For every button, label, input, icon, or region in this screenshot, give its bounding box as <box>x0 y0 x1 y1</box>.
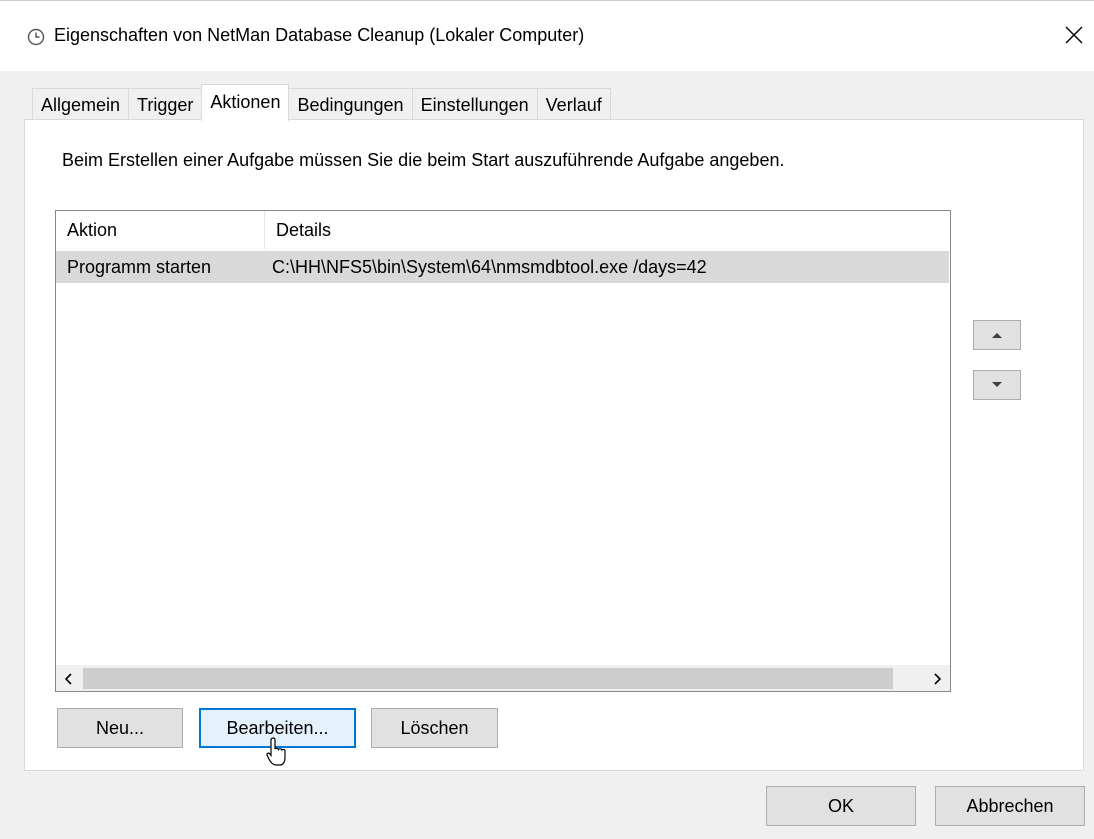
chevron-left-icon <box>64 673 72 685</box>
tab-strip: Allgemein Trigger Aktionen Bedingungen E… <box>32 84 611 121</box>
instruction-text: Beim Erstellen einer Aufgabe müssen Sie … <box>62 150 785 170</box>
list-header: Aktion Details <box>56 211 950 250</box>
tab-aktionen[interactable]: Aktionen <box>201 84 290 121</box>
tab-einstellungen[interactable]: Einstellungen <box>411 88 538 121</box>
properties-dialog: Eigenschaften von NetMan Database Cleanu… <box>0 0 1094 839</box>
triangle-down-icon <box>992 382 1002 387</box>
title-bar: Eigenschaften von NetMan Database Cleanu… <box>0 1 1094 71</box>
tab-allgemein[interactable]: Allgemein <box>32 88 130 121</box>
mouse-cursor-icon <box>266 737 286 766</box>
column-header-aktion[interactable]: Aktion <box>56 211 265 249</box>
scroll-right-button[interactable] <box>924 666 950 692</box>
triangle-up-icon <box>992 333 1002 338</box>
close-button[interactable] <box>1054 15 1094 55</box>
scroll-left-button[interactable] <box>56 666 82 692</box>
cancel-button[interactable]: Abbrechen <box>935 786 1085 826</box>
horizontal-scrollbar[interactable] <box>56 665 950 691</box>
scroll-thumb[interactable] <box>83 668 893 689</box>
clock-icon <box>27 28 45 46</box>
tab-verlauf[interactable]: Verlauf <box>536 88 611 121</box>
ok-button[interactable]: OK <box>766 786 916 826</box>
close-icon <box>1065 26 1083 44</box>
row-details: C:\HH\NFS5\bin\System\64\nmsmdbtool.exe … <box>272 257 707 277</box>
row-aktion: Programm starten <box>67 257 212 277</box>
column-header-details[interactable]: Details <box>265 211 950 249</box>
actions-list[interactable]: Aktion Details Programm starten C:\HH\NF… <box>55 210 951 692</box>
delete-button[interactable]: Löschen <box>371 708 498 748</box>
move-up-button[interactable] <box>973 320 1021 350</box>
tab-bedingungen[interactable]: Bedingungen <box>288 88 413 121</box>
move-down-button[interactable] <box>973 370 1021 400</box>
table-row[interactable]: Programm starten C:\HH\NFS5\bin\System\6… <box>56 251 949 283</box>
actions-panel: Beim Erstellen einer Aufgabe müssen Sie … <box>24 119 1084 771</box>
new-button[interactable]: Neu... <box>57 708 183 748</box>
chevron-right-icon <box>934 673 942 685</box>
window-title: Eigenschaften von NetMan Database Cleanu… <box>54 25 585 45</box>
tab-trigger[interactable]: Trigger <box>128 88 203 121</box>
